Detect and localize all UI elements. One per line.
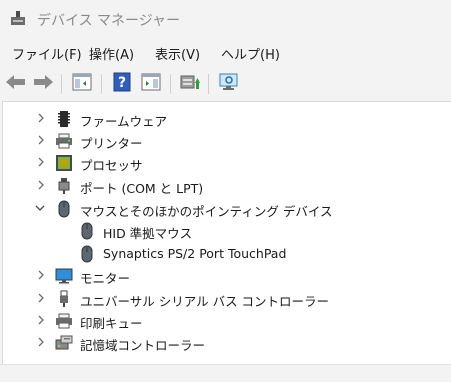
tree-node-label: マウスとそのほかのポインティング デバイス <box>80 204 333 219</box>
menu-action[interactable]: 操作(A) <box>89 44 134 63</box>
tree-node-storage-controllers[interactable]: 記憶域コントローラー <box>3 332 450 354</box>
chevron-right-icon[interactable] <box>35 269 47 281</box>
tree-node-label: プロセッサ <box>80 158 143 173</box>
storage-controller-icon <box>55 334 73 352</box>
menu-help[interactable]: ヘルプ(H) <box>221 44 280 63</box>
back-arrow-icon <box>5 74 27 93</box>
device-manager-app-icon <box>8 8 28 28</box>
toolbar-separator <box>101 74 102 94</box>
chevron-right-icon[interactable] <box>35 314 47 326</box>
chevron-right-icon[interactable] <box>35 134 47 146</box>
update-driver-button[interactable] <box>177 70 203 96</box>
tree-node-label: ポート (COM と LPT) <box>80 181 204 196</box>
device-tree-panel: ファームウェア プリンター プロセッサ ポート (COM と LPT) マウスと… <box>2 101 451 364</box>
help-button[interactable]: ? <box>109 70 135 96</box>
device-manager-window: デバイス マネージャー ファイル(F) 操作(A) 表示(V) ヘルプ(H) ?… <box>0 0 451 382</box>
monitor-icon <box>55 267 73 285</box>
scan-hardware-icon <box>218 72 240 95</box>
menu-file[interactable]: ファイル(F) <box>12 44 82 63</box>
tree-node-mice[interactable]: マウスとそのほかのポインティング デバイス <box>3 198 450 220</box>
svg-text:?: ? <box>118 75 126 91</box>
toolbar-separator <box>170 74 171 94</box>
firmware-icon <box>55 110 73 128</box>
chevron-right-icon[interactable] <box>35 336 47 348</box>
tree-node-processors[interactable]: プロセッサ <box>3 152 450 174</box>
tree-node-label: ユニバーサル シリアル バス コントローラー <box>80 294 330 309</box>
forward-button[interactable] <box>30 70 56 96</box>
tree-node-print-queues[interactable]: 印刷キュー <box>3 310 450 332</box>
menu-bar: ファイル(F) 操作(A) 表示(V) ヘルプ(H) <box>0 41 451 65</box>
status-bar <box>0 364 451 382</box>
tree-node-hid-mouse[interactable]: HID 準拠マウス <box>3 220 450 242</box>
mouse-icon <box>55 200 73 218</box>
tree-node-label: 印刷キュー <box>80 316 143 331</box>
menu-view[interactable]: 表示(V) <box>155 44 200 63</box>
chevron-right-icon[interactable] <box>35 179 47 191</box>
chevron-down-icon[interactable] <box>34 202 46 214</box>
port-icon <box>55 177 73 195</box>
tree-node-label: 記憶域コントローラー <box>80 338 206 353</box>
tree-node-label: モニター <box>80 271 131 286</box>
show-hide-console-tree-button[interactable] <box>69 70 95 96</box>
forward-arrow-icon <box>32 74 54 93</box>
tree-node-label: HID 準拠マウス <box>103 226 193 241</box>
tree-node-label: Synaptics PS/2 Port TouchPad <box>103 246 287 261</box>
toolbar: ? <box>0 69 451 99</box>
show-hide-action-pane-button[interactable] <box>138 70 164 96</box>
chevron-right-icon[interactable] <box>35 156 47 168</box>
mouse-icon <box>78 245 96 263</box>
toolbar-separator <box>61 74 62 94</box>
back-button[interactable] <box>3 70 29 96</box>
tree-node-firmware[interactable]: ファームウェア <box>3 108 450 130</box>
print-queue-icon <box>55 312 73 330</box>
usb-icon <box>55 290 73 308</box>
scan-hardware-changes-button[interactable] <box>216 70 242 96</box>
tree-node-label: プリンター <box>80 136 143 151</box>
action-pane-icon <box>141 73 161 94</box>
printer-icon <box>55 132 73 150</box>
tree-node-ports[interactable]: ポート (COM と LPT) <box>3 175 450 197</box>
chevron-right-icon[interactable] <box>35 292 47 304</box>
console-tree-icon <box>72 73 92 94</box>
title-bar: デバイス マネージャー <box>0 0 451 38</box>
help-icon: ? <box>113 72 131 95</box>
toolbar-separator <box>208 74 209 94</box>
tree-node-label: ファームウェア <box>80 114 168 129</box>
chevron-right-icon[interactable] <box>35 112 47 124</box>
processor-icon <box>55 154 73 172</box>
tree-node-monitors[interactable]: モニター <box>3 265 450 287</box>
update-driver-icon <box>179 72 201 95</box>
tree-node-touchpad[interactable]: Synaptics PS/2 Port TouchPad <box>3 243 450 265</box>
tree-node-usb-controllers[interactable]: ユニバーサル シリアル バス コントローラー <box>3 288 450 310</box>
tree-node-printers[interactable]: プリンター <box>3 130 450 152</box>
mouse-icon <box>78 222 96 240</box>
window-title: デバイス マネージャー <box>37 13 181 29</box>
